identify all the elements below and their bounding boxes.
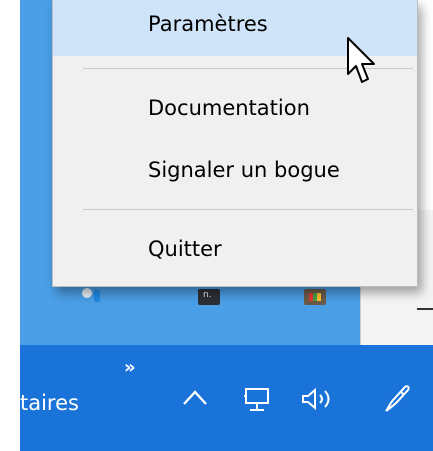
network-icon[interactable] <box>242 385 272 413</box>
desktop-app-icon[interactable] <box>80 286 116 306</box>
mouse-cursor-icon <box>347 37 375 83</box>
pen-icon[interactable] <box>380 381 414 415</box>
chevron-up-icon[interactable] <box>180 385 210 409</box>
taskbar-app-label[interactable]: taires <box>20 391 79 415</box>
desktop-app-icon[interactable] <box>304 289 326 305</box>
menu-item-quit[interactable]: Quitter <box>53 221 417 277</box>
taskbar: taires » <box>20 345 433 451</box>
menu-separator <box>83 209 413 210</box>
menu-item-documentation[interactable]: Documentation <box>53 80 417 136</box>
volume-icon[interactable] <box>298 385 338 413</box>
desktop-app-icon[interactable]: n. <box>198 289 220 305</box>
toolbar-overflow-chevron[interactable]: » <box>124 357 136 378</box>
left-edge <box>0 0 20 451</box>
menu-item-report-bug[interactable]: Signaler un bogue <box>53 142 417 198</box>
